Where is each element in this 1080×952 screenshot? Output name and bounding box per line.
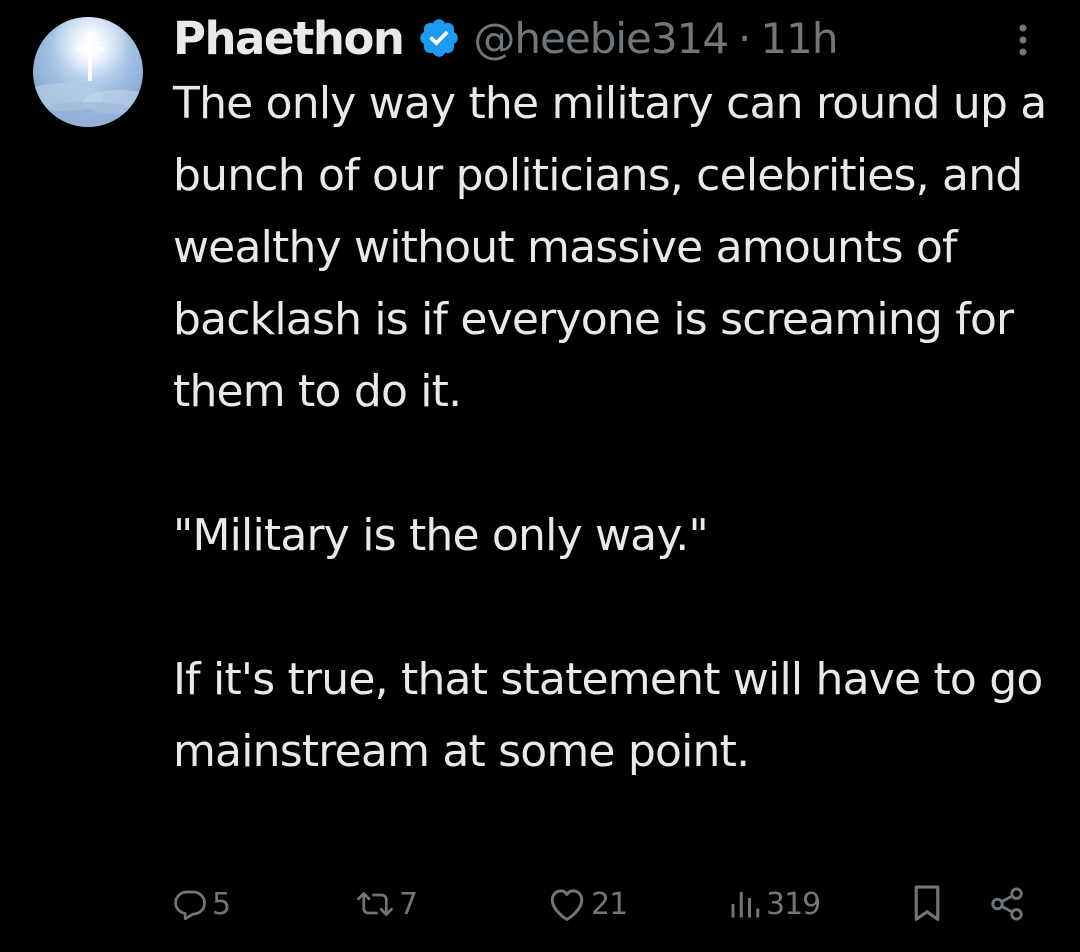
view-count: 319	[766, 886, 821, 922]
share-icon	[991, 887, 1023, 921]
like-button[interactable]: 21	[547, 872, 628, 936]
tweet-paragraph: "Military is the only way."	[173, 510, 709, 561]
retweet-button[interactable]: 7	[355, 872, 418, 936]
tweet-text: The only way the military can round up a…	[173, 68, 1053, 788]
reply-button[interactable]: 5	[172, 872, 231, 936]
verified-badge-icon	[420, 19, 459, 57]
views-button[interactable]: 319	[728, 872, 821, 936]
separator-dot: ·	[738, 13, 751, 63]
avatar-image	[33, 17, 143, 127]
display-name[interactable]: Phaethon	[173, 12, 405, 65]
bookmark-button[interactable]	[911, 872, 943, 936]
handle[interactable]: @heebie314	[473, 14, 729, 63]
retweet-count: 7	[399, 886, 418, 922]
tweet-header: Phaethon @heebie314 · 11h	[173, 8, 838, 68]
more-options-icon	[1019, 24, 1027, 56]
share-button[interactable]	[988, 872, 1026, 936]
heart-icon	[550, 889, 584, 922]
more-options-button[interactable]	[1008, 20, 1038, 60]
reply-icon	[174, 890, 206, 921]
bookmark-icon	[914, 885, 940, 921]
timestamp[interactable]: 11h	[760, 14, 838, 63]
retweet-icon	[357, 892, 393, 916]
like-count: 21	[591, 886, 628, 922]
avatar[interactable]	[33, 17, 143, 127]
tweet[interactable]: Phaethon @heebie314 · 11h The only way t…	[0, 0, 1080, 952]
action-bar: 5 7 21 319	[0, 872, 1080, 936]
views-icon	[731, 892, 760, 918]
tweet-paragraph: If it's true, that statement will have t…	[173, 654, 1043, 777]
tweet-paragraph: The only way the military can round up a…	[173, 78, 1047, 417]
reply-count: 5	[212, 886, 231, 922]
